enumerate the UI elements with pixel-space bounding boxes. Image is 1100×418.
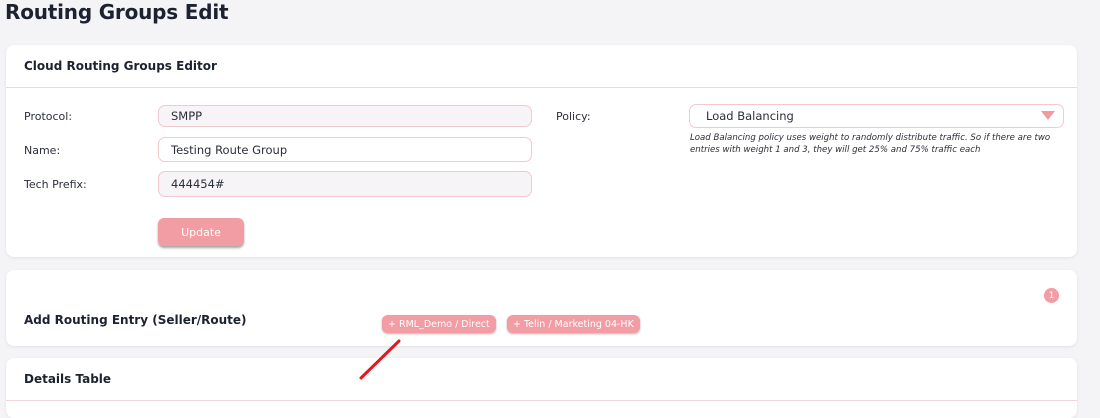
details-table-title: Details Table bbox=[6, 358, 1077, 401]
policy-label: Policy: bbox=[556, 110, 591, 123]
update-button[interactable]: Update bbox=[158, 218, 244, 246]
tech-prefix-label: Tech Prefix: bbox=[24, 178, 87, 191]
policy-hint: Load Balancing policy uses weight to ran… bbox=[690, 133, 1051, 155]
routing-groups-editor-card: Cloud Routing Groups Editor Protocol: SM… bbox=[6, 45, 1077, 257]
protocol-label: Protocol: bbox=[24, 110, 73, 123]
protocol-value: SMPP bbox=[171, 109, 203, 123]
add-route-chip-telin[interactable]: + Telin / Marketing 04-HK bbox=[507, 315, 640, 333]
policy-select[interactable]: Load Balancing bbox=[689, 104, 1064, 128]
page-title: Routing Groups Edit bbox=[5, 0, 229, 24]
tech-prefix-value: 444454# bbox=[171, 177, 225, 191]
tech-prefix-field[interactable]: 444454# bbox=[158, 171, 532, 197]
policy-value: Load Balancing bbox=[706, 109, 794, 123]
add-routing-entry-title: Add Routing Entry (Seller/Route) bbox=[24, 313, 247, 327]
caret-down-icon[interactable] bbox=[1041, 111, 1055, 120]
add-routing-entry-card: 1 Add Routing Entry (Seller/Route) + RML… bbox=[6, 270, 1077, 346]
entry-count-badge: 1 bbox=[1044, 288, 1059, 303]
protocol-field[interactable]: SMPP bbox=[158, 105, 532, 127]
name-label: Name: bbox=[24, 144, 61, 157]
editor-card-title: Cloud Routing Groups Editor bbox=[6, 45, 1077, 88]
add-route-chip-rml-demo[interactable]: + RML_Demo / Direct bbox=[382, 315, 496, 333]
name-field[interactable]: Testing Route Group bbox=[158, 137, 532, 162]
name-value: Testing Route Group bbox=[171, 142, 288, 157]
details-table-card: Details Table bbox=[6, 358, 1077, 418]
